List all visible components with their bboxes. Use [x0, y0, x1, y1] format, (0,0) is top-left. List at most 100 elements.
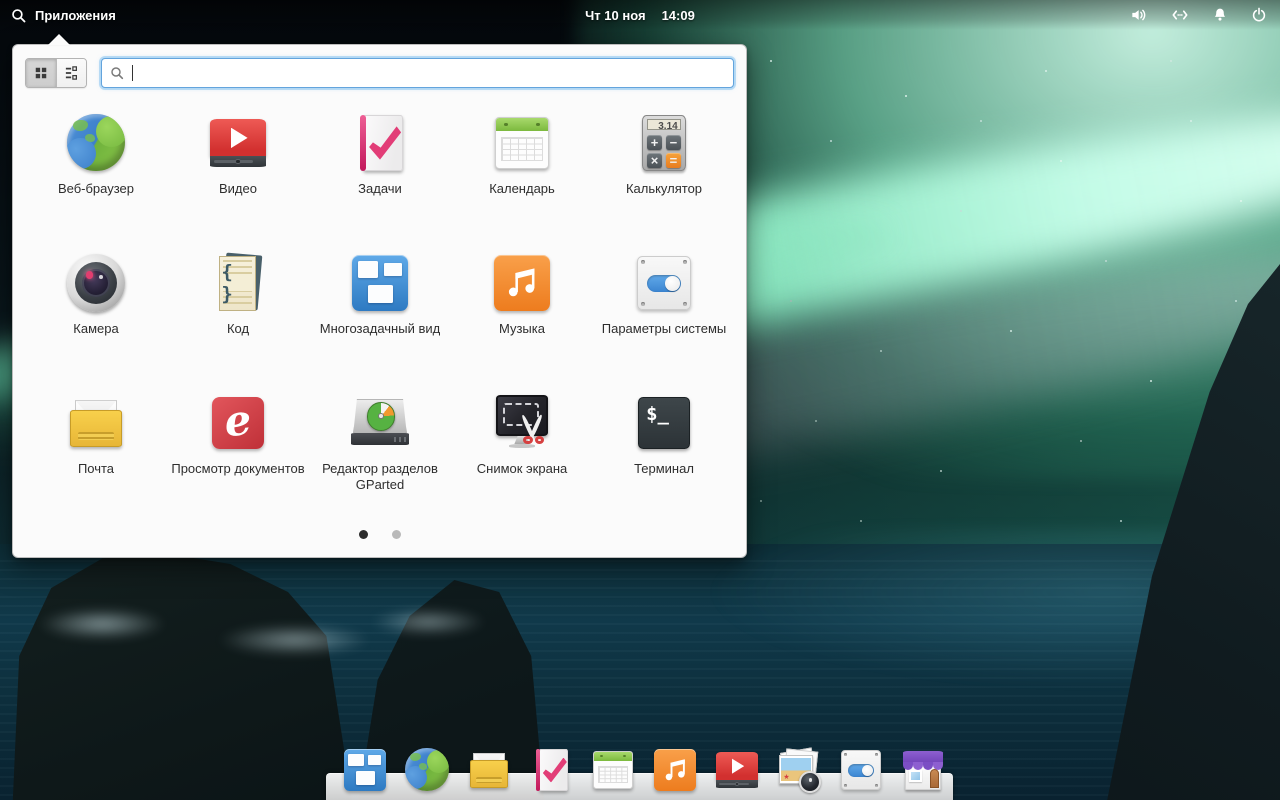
- app-label: Многозадачный вид: [320, 321, 440, 337]
- app-label: Снимок экрана: [477, 461, 568, 477]
- terminal-icon: $_: [632, 391, 696, 455]
- music-icon: [651, 746, 699, 794]
- screenshot-icon: [490, 391, 554, 455]
- grid-view-button[interactable]: [26, 59, 56, 87]
- dock-item-system-settings[interactable]: [837, 746, 885, 794]
- top-panel: Приложения Чт 10 ноя 14:09: [0, 0, 1280, 30]
- multitasking-view-icon: [348, 251, 412, 315]
- multitasking-view-icon: [341, 746, 389, 794]
- panel-date: Чт 10 ноя: [585, 8, 645, 23]
- calculator-plus: +: [647, 135, 663, 150]
- dock-item-videos[interactable]: [713, 746, 761, 794]
- system-settings-icon: [837, 746, 885, 794]
- app-mail[interactable]: Почта: [25, 381, 167, 521]
- tasks-icon: [527, 746, 575, 794]
- datetime-indicator[interactable]: Чт 10 ноя 14:09: [585, 0, 695, 30]
- applications-menu-button[interactable]: Приложения: [10, 0, 116, 30]
- launcher-toolbar: [13, 45, 746, 101]
- mail-icon: [465, 746, 513, 794]
- list-view-icon: [65, 66, 79, 80]
- app-multitasking-view[interactable]: Многозадачный вид: [309, 241, 451, 381]
- search-input[interactable]: [101, 58, 734, 88]
- code-icon: { }: [206, 251, 270, 315]
- videos-icon: [713, 746, 761, 794]
- dock-item-photos[interactable]: [775, 746, 823, 794]
- notifications-icon: [1211, 6, 1229, 24]
- power-icon: [1250, 6, 1268, 24]
- page-dot-1[interactable]: [359, 530, 368, 539]
- session-indicator[interactable]: [1250, 6, 1268, 24]
- gparted-icon: [348, 391, 412, 455]
- app-label: Редактор разделов GParted: [312, 461, 448, 493]
- network-indicator[interactable]: [1170, 5, 1190, 25]
- app-system-settings[interactable]: Параметры системы: [593, 241, 735, 381]
- sea-foam: [371, 608, 486, 636]
- app-terminal[interactable]: $_ Терминал: [593, 381, 735, 521]
- search-icon: [10, 7, 27, 24]
- system-settings-icon: [632, 251, 696, 315]
- app-screenshot[interactable]: Снимок экрана: [451, 381, 593, 521]
- sea-foam: [218, 624, 372, 656]
- app-label: Терминал: [634, 461, 694, 477]
- list-view-button[interactable]: [56, 59, 86, 87]
- photos-icon: [775, 746, 823, 794]
- sea-foam: [38, 608, 166, 640]
- appcenter-icon: [899, 746, 947, 794]
- dock-item-multitasking-view[interactable]: [341, 746, 389, 794]
- tasks-icon: [348, 111, 412, 175]
- text-caret: [132, 65, 133, 81]
- mail-icon: [64, 391, 128, 455]
- calculator-multiply: ×: [647, 153, 663, 168]
- app-label: Камера: [73, 321, 118, 337]
- app-web-browser[interactable]: Веб-браузер: [25, 101, 167, 241]
- app-grid: Веб-браузер Видео Задачи Календарь 3.14: [25, 101, 735, 521]
- dock-item-calendar[interactable]: [589, 746, 637, 794]
- app-music[interactable]: Музыка: [451, 241, 593, 381]
- applications-launcher-popover: Веб-браузер Видео Задачи Календарь 3.14: [12, 44, 747, 558]
- view-switcher: [25, 58, 87, 88]
- app-videos[interactable]: Видео: [167, 101, 309, 241]
- app-label: Музыка: [499, 321, 545, 337]
- dock-item-tasks[interactable]: [527, 746, 575, 794]
- app-label: Калькулятор: [626, 181, 702, 197]
- dock-item-appcenter[interactable]: [899, 746, 947, 794]
- dock-icons: [326, 746, 953, 794]
- app-calculator[interactable]: 3.14 + − × = Калькулятор: [593, 101, 735, 241]
- app-label: Задачи: [358, 181, 402, 197]
- app-camera[interactable]: Камера: [25, 241, 167, 381]
- panel-indicators: [1129, 0, 1268, 30]
- camera-icon: [64, 251, 128, 315]
- network-icon: [1170, 5, 1190, 25]
- calculator-equals: =: [666, 153, 682, 168]
- app-label: Код: [227, 321, 249, 337]
- search-field-wrap: [101, 58, 734, 88]
- app-label: Почта: [78, 461, 114, 477]
- volume-icon: [1129, 5, 1149, 25]
- page-indicator: [13, 530, 746, 539]
- app-gparted[interactable]: Редактор разделов GParted: [309, 381, 451, 521]
- calendar-icon: [589, 746, 637, 794]
- applications-menu-label: Приложения: [35, 8, 116, 23]
- popover-arrow: [48, 34, 70, 45]
- app-tasks[interactable]: Задачи: [309, 101, 451, 241]
- app-code[interactable]: { } Код: [167, 241, 309, 381]
- app-document-viewer[interactable]: e Просмотр документов: [167, 381, 309, 521]
- terminal-prompt: $_: [646, 403, 669, 425]
- calculator-minus: −: [666, 135, 682, 150]
- page-dot-2[interactable]: [392, 530, 401, 539]
- dock-item-mail[interactable]: [465, 746, 513, 794]
- panel-time: 14:09: [662, 8, 695, 23]
- app-label: Календарь: [489, 181, 555, 197]
- volume-indicator[interactable]: [1129, 5, 1149, 25]
- dock-item-web-browser[interactable]: [403, 746, 451, 794]
- app-label: Параметры системы: [602, 321, 727, 337]
- code-braces: { }: [221, 274, 253, 291]
- web-browser-icon: [403, 746, 451, 794]
- document-viewer-letter: e: [203, 388, 273, 458]
- web-browser-icon: [64, 111, 128, 175]
- dock-item-music[interactable]: [651, 746, 699, 794]
- calendar-icon: [490, 111, 554, 175]
- notifications-indicator[interactable]: [1211, 6, 1229, 24]
- app-label: Видео: [219, 181, 257, 197]
- app-calendar[interactable]: Календарь: [451, 101, 593, 241]
